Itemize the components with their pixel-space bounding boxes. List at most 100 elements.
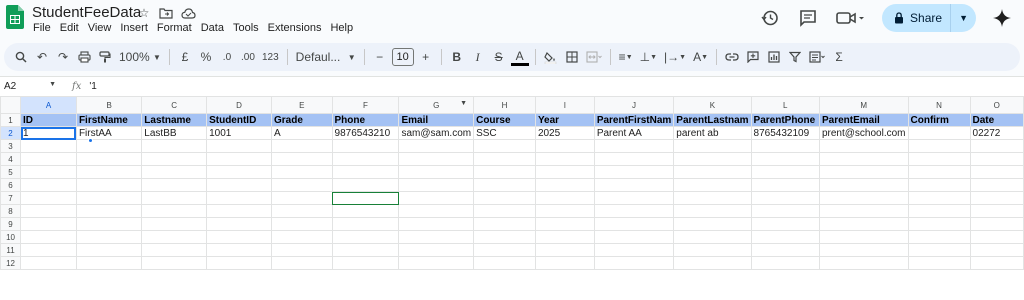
cell[interactable]: StudentID <box>206 113 273 127</box>
cell[interactable] <box>534 178 595 192</box>
cell[interactable] <box>818 139 909 153</box>
row-header[interactable]: 9 <box>0 217 22 231</box>
text-wrapping-icon[interactable]: |→ ▼ <box>662 46 688 68</box>
cell[interactable]: sam@sam.com <box>398 126 475 140</box>
cell[interactable] <box>398 165 475 179</box>
cell[interactable]: ParentLastnam <box>673 113 752 127</box>
cell[interactable] <box>907 217 971 231</box>
cell[interactable] <box>20 191 77 205</box>
cell[interactable] <box>473 256 536 270</box>
cell[interactable] <box>750 204 820 218</box>
cell[interactable]: A <box>271 126 333 140</box>
cell[interactable]: Confirm <box>907 113 971 127</box>
cell[interactable] <box>907 139 971 153</box>
cell[interactable] <box>141 243 208 257</box>
cell[interactable] <box>75 230 143 244</box>
horizontal-align-icon[interactable]: ≡ ▼ <box>617 46 635 68</box>
cell[interactable] <box>331 230 400 244</box>
cell[interactable] <box>398 191 475 205</box>
merge-cells-icon[interactable] <box>584 46 604 68</box>
cell[interactable] <box>141 139 208 153</box>
column-header[interactable]: L <box>750 96 820 114</box>
cell[interactable] <box>673 204 752 218</box>
formula-input[interactable]: '1 <box>89 81 96 92</box>
column-header[interactable]: B <box>75 96 143 114</box>
menu-view[interactable]: View <box>88 22 112 34</box>
cell[interactable] <box>593 191 675 205</box>
cell[interactable]: Year <box>534 113 595 127</box>
cell[interactable]: 8765432109 <box>750 126 820 140</box>
gemini-icon[interactable] <box>990 6 1014 30</box>
cell[interactable] <box>969 243 1024 257</box>
cell[interactable] <box>75 191 143 205</box>
cell[interactable] <box>141 217 208 231</box>
cell[interactable] <box>331 165 400 179</box>
cell[interactable]: Parent AA <box>593 126 675 140</box>
insert-comment-icon[interactable] <box>744 46 762 68</box>
row-header[interactable]: 4 <box>0 152 22 166</box>
cell[interactable] <box>673 178 752 192</box>
menu-edit[interactable]: Edit <box>60 22 79 34</box>
row-header[interactable]: 10 <box>0 230 22 244</box>
cell[interactable] <box>534 230 595 244</box>
cell[interactable] <box>206 256 273 270</box>
cell[interactable] <box>141 256 208 270</box>
cell[interactable] <box>141 152 208 166</box>
search-menus-icon[interactable] <box>12 46 30 68</box>
cell[interactable] <box>969 178 1024 192</box>
cell[interactable] <box>271 139 333 153</box>
share-button[interactable]: Share ▼ <box>882 4 976 32</box>
menu-extensions[interactable]: Extensions <box>268 22 322 34</box>
cell[interactable] <box>473 139 536 153</box>
bold-icon[interactable]: B <box>448 46 466 68</box>
cell[interactable] <box>534 217 595 231</box>
cell[interactable] <box>593 139 675 153</box>
cell[interactable] <box>673 191 752 205</box>
increase-font-size-icon[interactable]: + <box>417 46 435 68</box>
history-icon[interactable] <box>758 6 782 30</box>
cell[interactable] <box>969 165 1024 179</box>
cell[interactable] <box>398 243 475 257</box>
select-all-corner[interactable] <box>0 96 22 114</box>
cell[interactable] <box>673 165 752 179</box>
strikethrough-icon[interactable]: S <box>490 46 508 68</box>
cell[interactable]: FirstName <box>75 113 143 127</box>
cell[interactable] <box>331 217 400 231</box>
cell[interactable]: Course <box>473 113 536 127</box>
menu-help[interactable]: Help <box>330 22 353 34</box>
cell[interactable] <box>818 204 909 218</box>
cell[interactable] <box>331 256 400 270</box>
cell[interactable] <box>818 152 909 166</box>
cell[interactable] <box>20 256 77 270</box>
cell[interactable] <box>907 126 971 140</box>
cell[interactable] <box>271 152 333 166</box>
cell[interactable] <box>969 217 1024 231</box>
cell[interactable] <box>907 230 971 244</box>
menu-tools[interactable]: Tools <box>233 22 259 34</box>
cell[interactable] <box>534 204 595 218</box>
menu-insert[interactable]: Insert <box>120 22 148 34</box>
cell[interactable] <box>20 178 77 192</box>
font-select[interactable]: Defaul... ▼ <box>294 46 358 68</box>
comments-icon[interactable] <box>796 6 820 30</box>
increase-decimal-button[interactable]: .00 <box>239 46 257 68</box>
cell[interactable] <box>534 256 595 270</box>
cell[interactable] <box>398 152 475 166</box>
column-header[interactable]: H <box>473 96 536 114</box>
cell[interactable]: prent@school.com <box>818 126 909 140</box>
cell[interactable] <box>907 165 971 179</box>
row-header[interactable]: 11 <box>0 243 22 257</box>
cell[interactable]: ParentPhone <box>750 113 820 127</box>
cell[interactable] <box>473 178 536 192</box>
row-header[interactable]: 7 <box>0 191 22 205</box>
cell[interactable]: Phone <box>331 113 400 127</box>
cell[interactable] <box>750 230 820 244</box>
cell[interactable] <box>673 230 752 244</box>
cell[interactable] <box>593 230 675 244</box>
column-header[interactable]: J <box>593 96 675 114</box>
cell[interactable] <box>593 152 675 166</box>
cell[interactable] <box>20 217 77 231</box>
cell[interactable] <box>907 191 971 205</box>
cell[interactable] <box>141 165 208 179</box>
share-dropdown-button[interactable]: ▼ <box>950 4 976 32</box>
